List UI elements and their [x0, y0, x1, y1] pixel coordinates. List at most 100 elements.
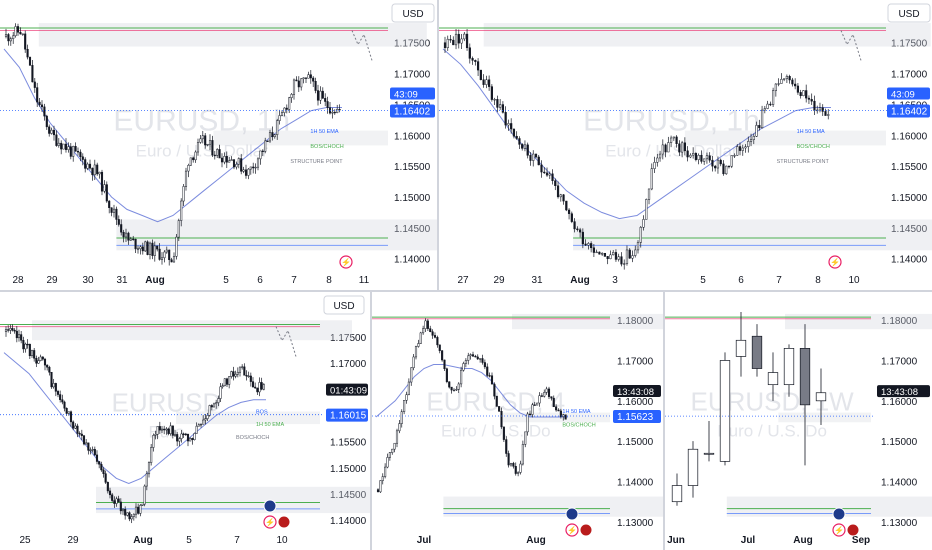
eu-flag-icon	[565, 507, 579, 521]
candle-bullish	[414, 346, 418, 358]
candle-bearish	[556, 185, 560, 198]
candle-bearish	[512, 128, 516, 137]
candle-bullish	[30, 350, 34, 357]
candle-bullish	[154, 433, 157, 436]
candle-bullish	[783, 348, 795, 386]
chart-annotation: 1H 50 EMA	[797, 129, 825, 135]
candle-bearish	[431, 331, 434, 336]
candle-bearish	[686, 150, 689, 158]
chart-panel-bottom-right[interactable]: EURUSD, 1W Euro / U.S. Do 1.18000 1.17000 1.…	[665, 292, 932, 550]
candle-bearish	[758, 125, 761, 129]
candle-bearish	[266, 140, 269, 142]
candle-bearish	[443, 42, 447, 48]
candle-bullish	[147, 462, 151, 475]
candle-bearish	[117, 219, 120, 225]
candle-bullish	[519, 463, 522, 473]
candle-bullish	[152, 435, 155, 448]
candle-bullish	[687, 448, 699, 486]
candle-bearish	[573, 221, 576, 230]
candle-bearish	[791, 79, 794, 85]
candle-bullish	[199, 424, 203, 426]
candle-bearish	[552, 397, 555, 408]
currency-button-label[interactable]: USD	[402, 9, 423, 20]
candle-bullish	[280, 112, 284, 116]
candle-bullish	[17, 334, 21, 339]
candle-bearish	[590, 243, 593, 249]
candle-bearish	[507, 453, 510, 466]
chart-panel-bottom-middle[interactable]: EURUSD, 4 Euro / U.S. Do 1.18000 1.17000 1.1…	[372, 292, 663, 550]
candle-bearish	[719, 159, 722, 165]
chart-svg-top-right[interactable]: EURUSD, 1hEuro / U.S. Dollar1.175001.170…	[439, 0, 932, 290]
candle-bullish	[545, 388, 548, 393]
candle-bullish	[536, 402, 539, 406]
candle-bearish	[120, 224, 123, 233]
candle-bullish	[457, 383, 460, 390]
x-tick-label: 10	[276, 535, 288, 546]
x-tick-label: Aug	[570, 275, 589, 286]
x-tick-label: 5	[186, 535, 192, 546]
currency-button-label[interactable]: USD	[333, 301, 354, 312]
candle-bearish	[252, 166, 255, 169]
candle-bearish	[429, 328, 432, 332]
candle-bearish	[124, 508, 127, 516]
candle-bearish	[48, 366, 51, 373]
x-tick-label: 6	[257, 275, 263, 286]
y-tick-label: 1.17000	[617, 356, 654, 367]
candle-bullish	[384, 466, 387, 477]
candle-bullish	[485, 79, 488, 85]
candle-bullish	[193, 433, 196, 440]
x-tick-label: 29	[46, 275, 58, 286]
candle-bullish	[172, 256, 176, 263]
candle-bearish	[471, 354, 475, 357]
candle-bullish	[163, 251, 166, 259]
candle-bearish	[108, 490, 112, 496]
chart-panel-top-left[interactable]: EURUSD, 1h Euro / U.S. Dollar 1.17500 1.170…	[0, 0, 437, 290]
candle-bearish	[495, 395, 498, 407]
chart-annotation: BOS/CHOCH	[310, 144, 343, 150]
x-tick-label: 6	[738, 275, 744, 286]
countdown-label: 13:43:08	[617, 387, 654, 398]
lightning-event-glyph: ⚡	[834, 525, 844, 535]
candle-bearish	[314, 80, 317, 91]
eu-flag-icon	[263, 499, 277, 513]
candle-bullish	[767, 372, 779, 386]
candle-bullish	[524, 431, 527, 445]
candle-bearish	[225, 378, 229, 385]
candle-bearish	[557, 409, 560, 412]
candle-bearish	[245, 375, 248, 377]
candle-bullish	[736, 146, 739, 156]
candle-bullish	[121, 508, 125, 512]
lightning-event-glyph: ⚡	[567, 525, 577, 535]
candle-bullish	[562, 414, 565, 417]
candle-bullish	[273, 134, 276, 138]
chart-svg-bottom-right[interactable]: EURUSD, 1WEuro / U.S. Do1.180001.170001.…	[665, 292, 932, 550]
candle-bullish	[612, 252, 615, 256]
candle-bearish	[191, 438, 194, 440]
y-tick-label: 1.15000	[617, 437, 654, 448]
candle-bullish	[302, 77, 305, 80]
candle-bullish	[215, 402, 218, 405]
candle-bullish	[543, 392, 546, 397]
candle-bullish	[254, 166, 257, 169]
chart-panel-top-right[interactable]: EURUSD, 1h Euro / U.S. Dollar 1.17500 1.170…	[439, 0, 932, 290]
candle-bullish	[219, 386, 222, 399]
x-tick-label: 27	[457, 275, 469, 286]
candle-bearish	[176, 434, 179, 442]
candle-bullish	[469, 354, 472, 357]
candle-bearish	[443, 359, 446, 369]
chart-panel-bottom-left[interactable]: EURUSDEuro1.175001.170001.165001.160001.…	[0, 292, 370, 550]
chart-svg-top-left[interactable]: EURUSD, 1hEuro / U.S. Dollar1.175001.170…	[0, 0, 437, 290]
candle-bullish	[196, 142, 200, 153]
chart-svg-bottom-left[interactable]: EURUSDEuro1.175001.170001.165001.160001.…	[0, 292, 370, 550]
candle-bullish	[595, 251, 598, 254]
candle-bullish	[12, 35, 15, 39]
candle-bullish	[780, 78, 783, 84]
candle-bullish	[827, 114, 830, 116]
candle-bearish	[7, 329, 10, 331]
candle-bullish	[177, 220, 180, 238]
currency-button-label[interactable]: USD	[898, 9, 919, 20]
candle-bullish	[424, 320, 427, 329]
candle-bullish	[258, 382, 261, 393]
chart-svg-bottom-middle[interactable]: EURUSD, 4Euro / U.S. Do1.180001.170001.1…	[372, 292, 663, 550]
candle-bearish	[338, 108, 341, 111]
